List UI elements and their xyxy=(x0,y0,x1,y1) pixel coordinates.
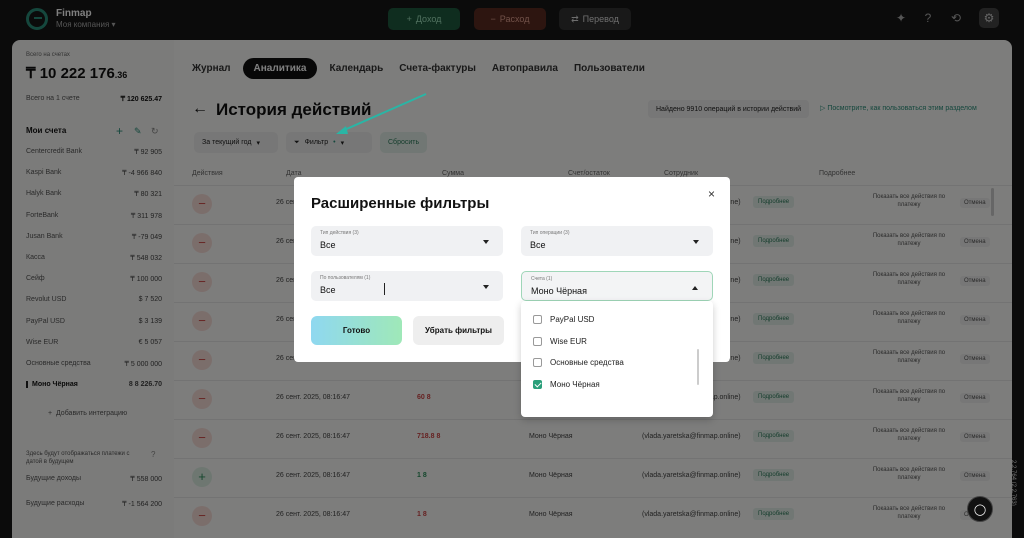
dropdown-scrollbar[interactable] xyxy=(697,349,699,385)
chevron-down-icon xyxy=(483,240,489,244)
accounts-select[interactable]: Счета (1) Моно Чёрная xyxy=(521,271,713,301)
chevron-up-icon xyxy=(692,286,698,290)
action-type-value: Все xyxy=(320,240,336,250)
action-type-select[interactable]: Тип действия (3) Все xyxy=(311,226,503,256)
text-cursor xyxy=(384,283,385,295)
operation-type-value: Все xyxy=(530,240,546,250)
action-type-label: Тип действия (3) xyxy=(320,230,359,236)
accounts-dropdown-list: PayPal USD Wise EUR Основные средства Моно … xyxy=(521,301,713,417)
ready-button[interactable]: Готово xyxy=(311,316,402,345)
account-option[interactable]: Основные средства xyxy=(533,358,624,367)
close-icon[interactable]: × xyxy=(708,187,715,201)
users-label: По пользователям (1) xyxy=(320,275,371,281)
version-label: 2.2.764 (2.2.763) xyxy=(1010,460,1016,506)
operation-type-select[interactable]: Тип операции (3) Все xyxy=(521,226,713,256)
account-option[interactable]: PayPal USD xyxy=(533,315,594,324)
option-label: PayPal USD xyxy=(550,315,595,324)
accounts-value: Моно Чёрная xyxy=(531,286,587,296)
checkbox[interactable] xyxy=(533,315,542,324)
checkbox[interactable] xyxy=(533,336,542,346)
option-label: Wise EUR xyxy=(550,336,587,346)
modal-title: Расширенные фильтры xyxy=(311,195,490,212)
account-option[interactable]: Wise EUR xyxy=(533,336,587,346)
chevron-down-icon xyxy=(483,285,489,289)
operation-type-label: Тип операции (3) xyxy=(530,230,570,236)
option-label: Основные средства xyxy=(550,358,624,367)
accounts-label: Счета (1) xyxy=(531,276,553,282)
chevron-down-icon xyxy=(693,240,699,244)
checkbox[interactable] xyxy=(533,379,542,389)
checkbox[interactable] xyxy=(533,358,542,367)
users-value: Все xyxy=(320,285,336,295)
chat-icon[interactable]: ◯ xyxy=(967,496,993,522)
account-option[interactable]: Моно Чёрная xyxy=(533,379,600,389)
option-label: Моно Чёрная xyxy=(550,379,600,389)
clear-filters-button[interactable]: Убрать фильтры xyxy=(413,316,504,345)
users-select[interactable]: По пользователям (1) Все xyxy=(311,271,503,301)
